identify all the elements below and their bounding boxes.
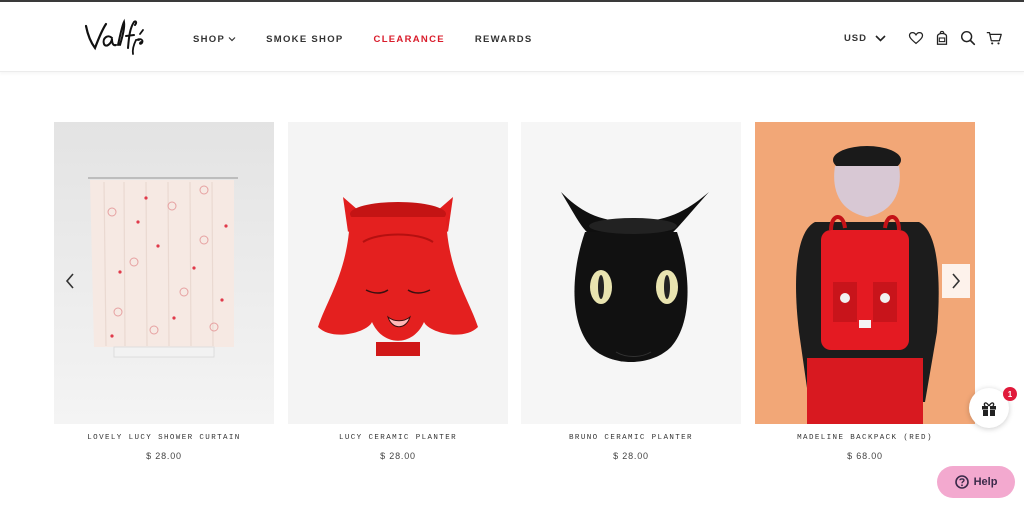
product-name[interactable]: MADELINE BACKPACK (RED) [755, 434, 975, 442]
nav-smoke-shop[interactable]: SMOKE SHOP [266, 34, 343, 45]
chevron-down-icon [875, 34, 886, 42]
product-price: $ 28.00 [613, 451, 649, 461]
help-circle-icon [954, 475, 969, 489]
product-name[interactable]: LUCY CERAMIC PLANTER [288, 434, 508, 442]
product-image[interactable] [521, 122, 741, 424]
gift-notification-badge: 1 [1003, 387, 1017, 401]
product-price: $ 68.00 [847, 451, 883, 461]
shower-curtain-image [54, 122, 274, 424]
product-price: $ 28.00 [146, 451, 182, 461]
product-card[interactable]: LUCY CERAMIC PLANTER $ 28.00 [288, 122, 508, 461]
product-name[interactable]: LOVELY LUCY SHOWER CURTAIN [54, 434, 274, 442]
currency-selector[interactable]: USD [844, 33, 886, 44]
nav-clearance[interactable]: CLEARANCE [374, 34, 445, 45]
wishlist-button[interactable] [906, 28, 926, 48]
product-image[interactable] [54, 122, 274, 424]
chevron-right-icon [952, 273, 961, 289]
valfre-logo-graphic [84, 18, 144, 55]
product-card[interactable]: BRUNO CERAMIC PLANTER $ 28.00 [521, 122, 741, 461]
lucy-planter-image [288, 122, 508, 424]
nav-rewards-label: REWARDS [474, 33, 533, 45]
nav-rewards[interactable]: REWARDS [475, 34, 533, 45]
product-price: $ 28.00 [380, 451, 416, 461]
brand-logo[interactable] [82, 14, 146, 60]
help-label: Help [973, 476, 998, 488]
nav-clearance-label: CLEARANCE [373, 33, 445, 45]
cart-button[interactable] [984, 28, 1004, 48]
nav-smoke-shop-label: SMOKE SHOP [266, 33, 344, 45]
carousel-prev-button[interactable] [56, 264, 84, 298]
product-name[interactable]: BRUNO CERAMIC PLANTER [521, 434, 741, 442]
search-button[interactable] [958, 28, 978, 48]
site-header: SHOP SMOKE SHOP CLEARANCE REWARDS USD [0, 2, 1024, 72]
cart-icon [986, 31, 1002, 45]
product-carousel: LOVELY LUCY SHOWER CURTAIN $ 28.00 LUCY … [54, 122, 976, 462]
nav-shop[interactable]: SHOP [193, 34, 236, 45]
help-button[interactable]: Help [937, 466, 1015, 498]
account-button[interactable] [932, 28, 952, 48]
product-image[interactable] [288, 122, 508, 424]
product-card[interactable]: LOVELY LUCY SHOWER CURTAIN $ 28.00 [54, 122, 274, 461]
header-actions: USD [844, 26, 1004, 50]
search-icon [960, 30, 976, 46]
bruno-planter-image [521, 122, 741, 424]
currency-label: USD [843, 32, 867, 44]
carousel-next-button[interactable] [942, 264, 970, 298]
gift-icon [982, 402, 996, 416]
main-nav: SHOP SMOKE SHOP CLEARANCE REWARDS [193, 31, 563, 47]
nav-shop-label: SHOP [193, 33, 226, 45]
chevron-down-icon [228, 37, 236, 42]
backpack-icon [936, 30, 948, 45]
heart-icon [908, 31, 924, 45]
chevron-left-icon [65, 273, 74, 289]
